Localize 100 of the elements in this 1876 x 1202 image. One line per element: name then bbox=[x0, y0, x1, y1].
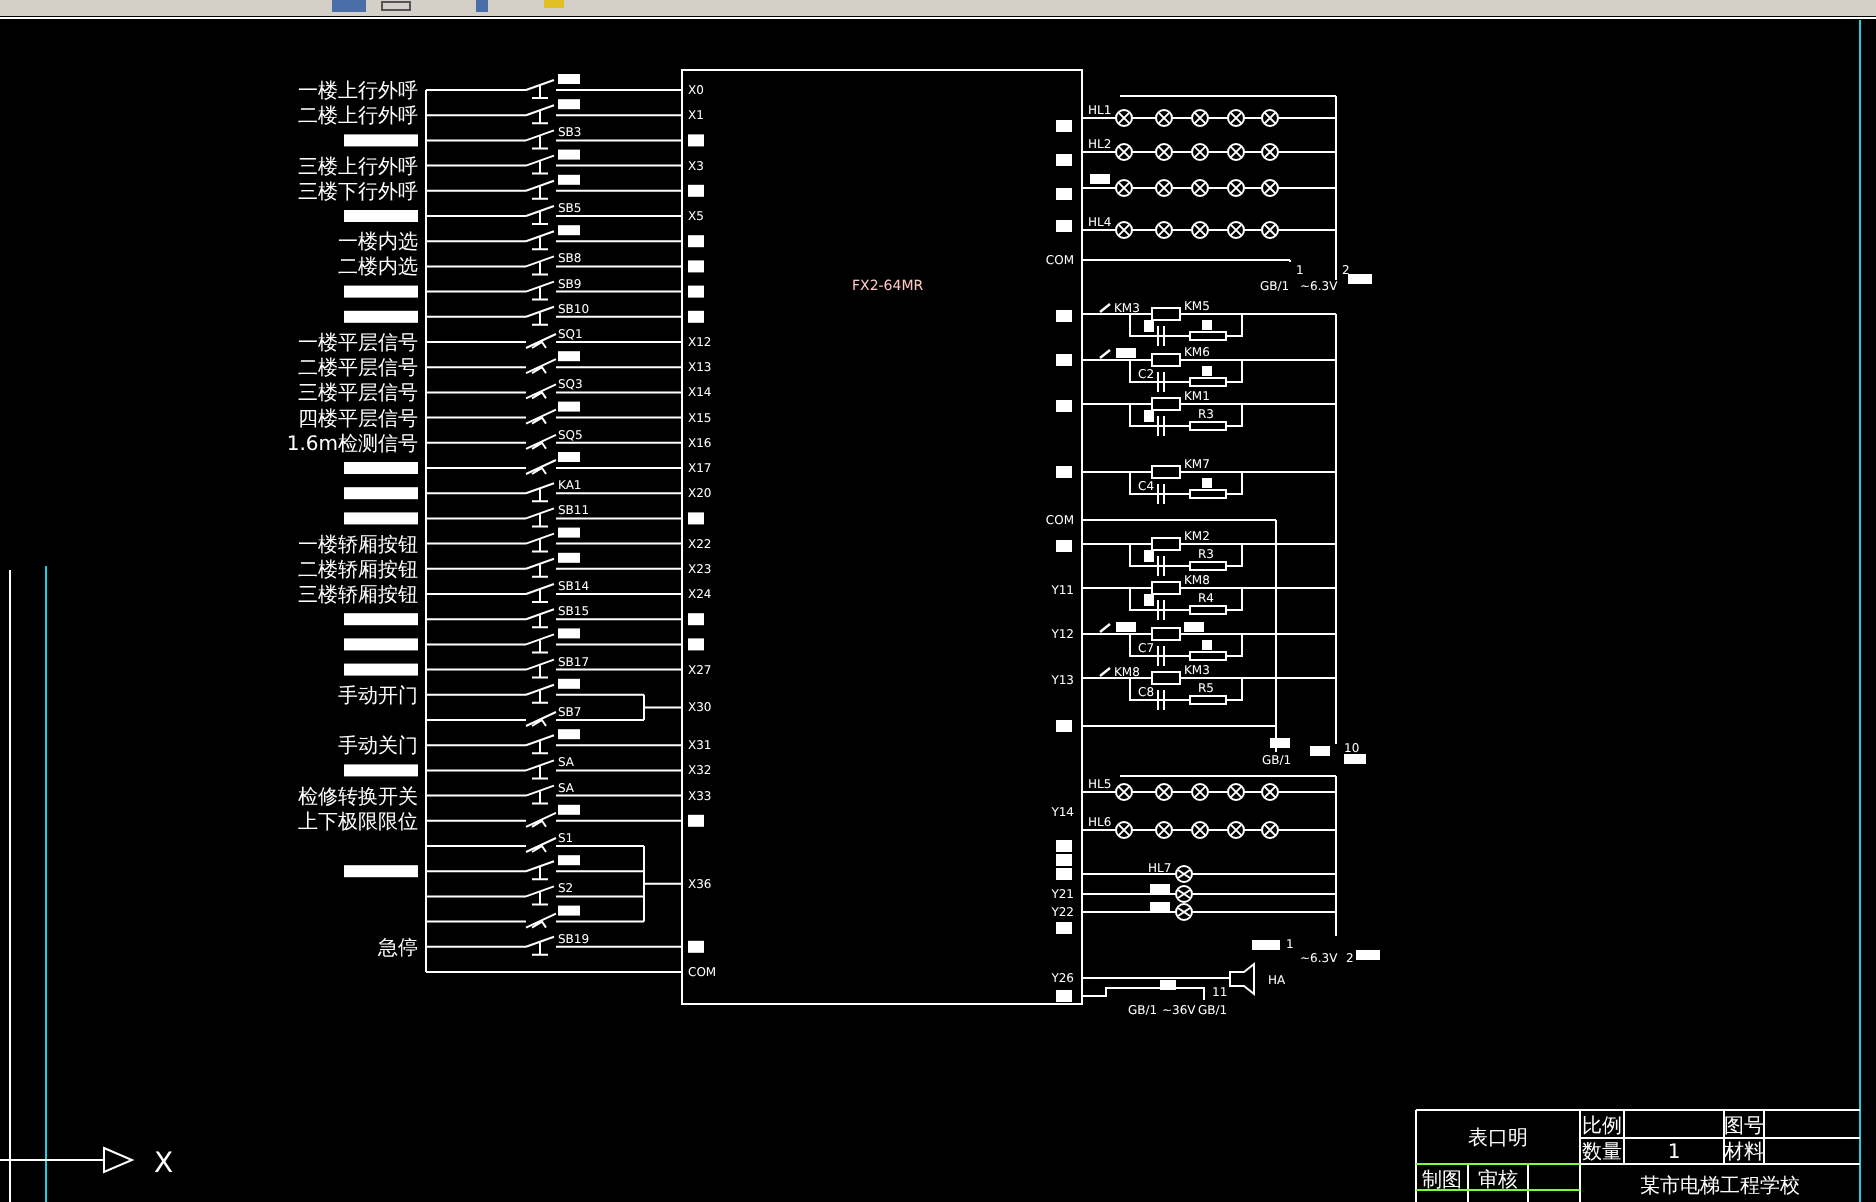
input-label: 四楼平层信号 bbox=[298, 408, 418, 431]
pushbutton-switch-icon bbox=[525, 154, 555, 175]
buzzer-icon bbox=[1229, 961, 1255, 997]
pushbutton-switch-icon bbox=[525, 683, 555, 704]
resistor-icon bbox=[1189, 605, 1227, 615]
toolbar-icon[interactable] bbox=[381, 1, 411, 11]
lamp-icon bbox=[1115, 143, 1133, 161]
lamp-icon bbox=[1155, 821, 1173, 839]
resistor-icon bbox=[1189, 561, 1227, 571]
lamp-icon bbox=[1191, 143, 1209, 161]
lamp-icon bbox=[1191, 821, 1209, 839]
pushbutton-switch-icon bbox=[525, 230, 555, 251]
pushbutton-switch-icon bbox=[525, 557, 555, 578]
lamp-icon bbox=[1261, 821, 1279, 839]
pushbutton-switch-icon bbox=[525, 305, 555, 326]
pushbutton-switch-icon bbox=[525, 104, 555, 125]
input-label: 二楼上行外呼 bbox=[298, 106, 418, 129]
title-block-label: 图号 bbox=[1724, 1116, 1764, 1138]
lamp-icon bbox=[1155, 221, 1173, 239]
lamp-icon bbox=[1191, 783, 1209, 801]
pushbutton-switch-icon bbox=[525, 482, 555, 503]
resistor-icon bbox=[1189, 377, 1227, 387]
coil-icon bbox=[1151, 671, 1181, 685]
contact-icon bbox=[1157, 415, 1165, 437]
limit-switch-icon bbox=[525, 383, 557, 400]
pushbutton-switch-icon bbox=[525, 935, 555, 956]
contact-icon bbox=[1099, 623, 1111, 633]
title-block-value: 1 bbox=[1667, 1142, 1681, 1164]
lamp-icon bbox=[1261, 221, 1279, 239]
lamp-icon bbox=[1191, 221, 1209, 239]
title-block-label: 比例 bbox=[1582, 1116, 1622, 1138]
lamp-icon bbox=[1227, 221, 1245, 239]
limit-switch-icon bbox=[525, 433, 557, 450]
input-label: 一楼平层信号 bbox=[298, 333, 418, 355]
input-label: 一楼轿厢按钮 bbox=[298, 534, 418, 557]
title-block-label: 审核 bbox=[1478, 1170, 1518, 1192]
pushbutton-switch-icon bbox=[525, 583, 555, 603]
input-label: 三楼下行外呼 bbox=[298, 181, 418, 204]
input-label: 三楼平层信号 bbox=[298, 383, 418, 406]
school-name: 某市电梯工程学校 bbox=[1640, 1176, 1800, 1198]
lamp-icon bbox=[1115, 821, 1133, 839]
input-label: 二楼轿厢按钮 bbox=[298, 559, 418, 582]
pushbutton-switch-icon bbox=[525, 507, 555, 528]
lamp-icon bbox=[1261, 109, 1279, 127]
lamp-icon bbox=[1155, 783, 1173, 801]
pushbutton-switch-icon bbox=[525, 608, 555, 629]
lamp-icon bbox=[1175, 903, 1193, 921]
pushbutton-switch-icon bbox=[525, 860, 555, 881]
lamp-icon bbox=[1261, 783, 1279, 801]
limit-switch-icon bbox=[525, 408, 557, 425]
input-label: 一楼上行外呼 bbox=[298, 81, 418, 103]
resistor-icon bbox=[1189, 421, 1227, 431]
pushbutton-switch-icon bbox=[525, 658, 555, 679]
title-block-label: 制图 bbox=[1422, 1170, 1462, 1192]
title-block-label: 数量 bbox=[1582, 1142, 1622, 1164]
contact-icon bbox=[1157, 689, 1165, 711]
input-label: 检修转换开关 bbox=[298, 786, 418, 809]
coil-icon bbox=[1151, 627, 1181, 641]
pushbutton-switch-icon bbox=[525, 759, 555, 780]
pushbutton-switch-icon bbox=[525, 280, 555, 301]
lamp-icon bbox=[1227, 143, 1245, 161]
lamp-icon bbox=[1227, 109, 1245, 127]
pushbutton-switch-icon bbox=[525, 532, 555, 553]
contact-icon bbox=[1157, 325, 1165, 347]
input-label: 急停 bbox=[378, 937, 418, 960]
contact-icon bbox=[1099, 349, 1111, 359]
contact-icon bbox=[1157, 645, 1165, 667]
input-label: 二楼平层信号 bbox=[298, 358, 418, 381]
contact-icon bbox=[1157, 371, 1165, 393]
pushbutton-switch-icon bbox=[525, 205, 555, 225]
lamp-icon bbox=[1191, 179, 1209, 197]
input-label: 1.6m检测信号 bbox=[286, 433, 418, 456]
input-label: 三楼轿厢按钮 bbox=[298, 585, 418, 607]
pushbutton-switch-icon bbox=[525, 633, 555, 654]
input-label: 三楼上行外呼 bbox=[298, 156, 418, 179]
resistor-icon bbox=[1189, 651, 1227, 661]
pushbutton-switch-icon bbox=[525, 129, 555, 150]
coil-icon bbox=[1151, 353, 1181, 367]
coil-icon bbox=[1151, 307, 1181, 321]
lamp-icon bbox=[1155, 179, 1173, 197]
limit-switch-icon bbox=[525, 459, 557, 475]
contact-icon bbox=[1099, 667, 1111, 677]
lamp-icon bbox=[1261, 143, 1279, 161]
pushbutton-switch-icon bbox=[525, 179, 555, 200]
resistor-icon bbox=[1189, 489, 1227, 499]
pushbutton-switch-icon bbox=[525, 255, 555, 276]
lamp-icon bbox=[1261, 179, 1279, 197]
limit-switch-icon bbox=[525, 333, 557, 349]
pushbutton-switch-icon bbox=[525, 734, 555, 755]
contact-icon bbox=[1157, 555, 1165, 577]
lamp-icon bbox=[1175, 885, 1193, 903]
title-block-label: 材料 bbox=[1724, 1142, 1764, 1164]
input-label: 手动关门 bbox=[338, 736, 418, 759]
contact-icon bbox=[1099, 303, 1111, 313]
limit-switch-icon bbox=[525, 811, 557, 828]
lamp-icon bbox=[1227, 783, 1245, 801]
input-label: 手动开门 bbox=[338, 685, 418, 708]
input-label: 一楼内选 bbox=[338, 232, 418, 255]
contact-icon bbox=[1157, 483, 1165, 505]
lamp-icon bbox=[1227, 179, 1245, 197]
